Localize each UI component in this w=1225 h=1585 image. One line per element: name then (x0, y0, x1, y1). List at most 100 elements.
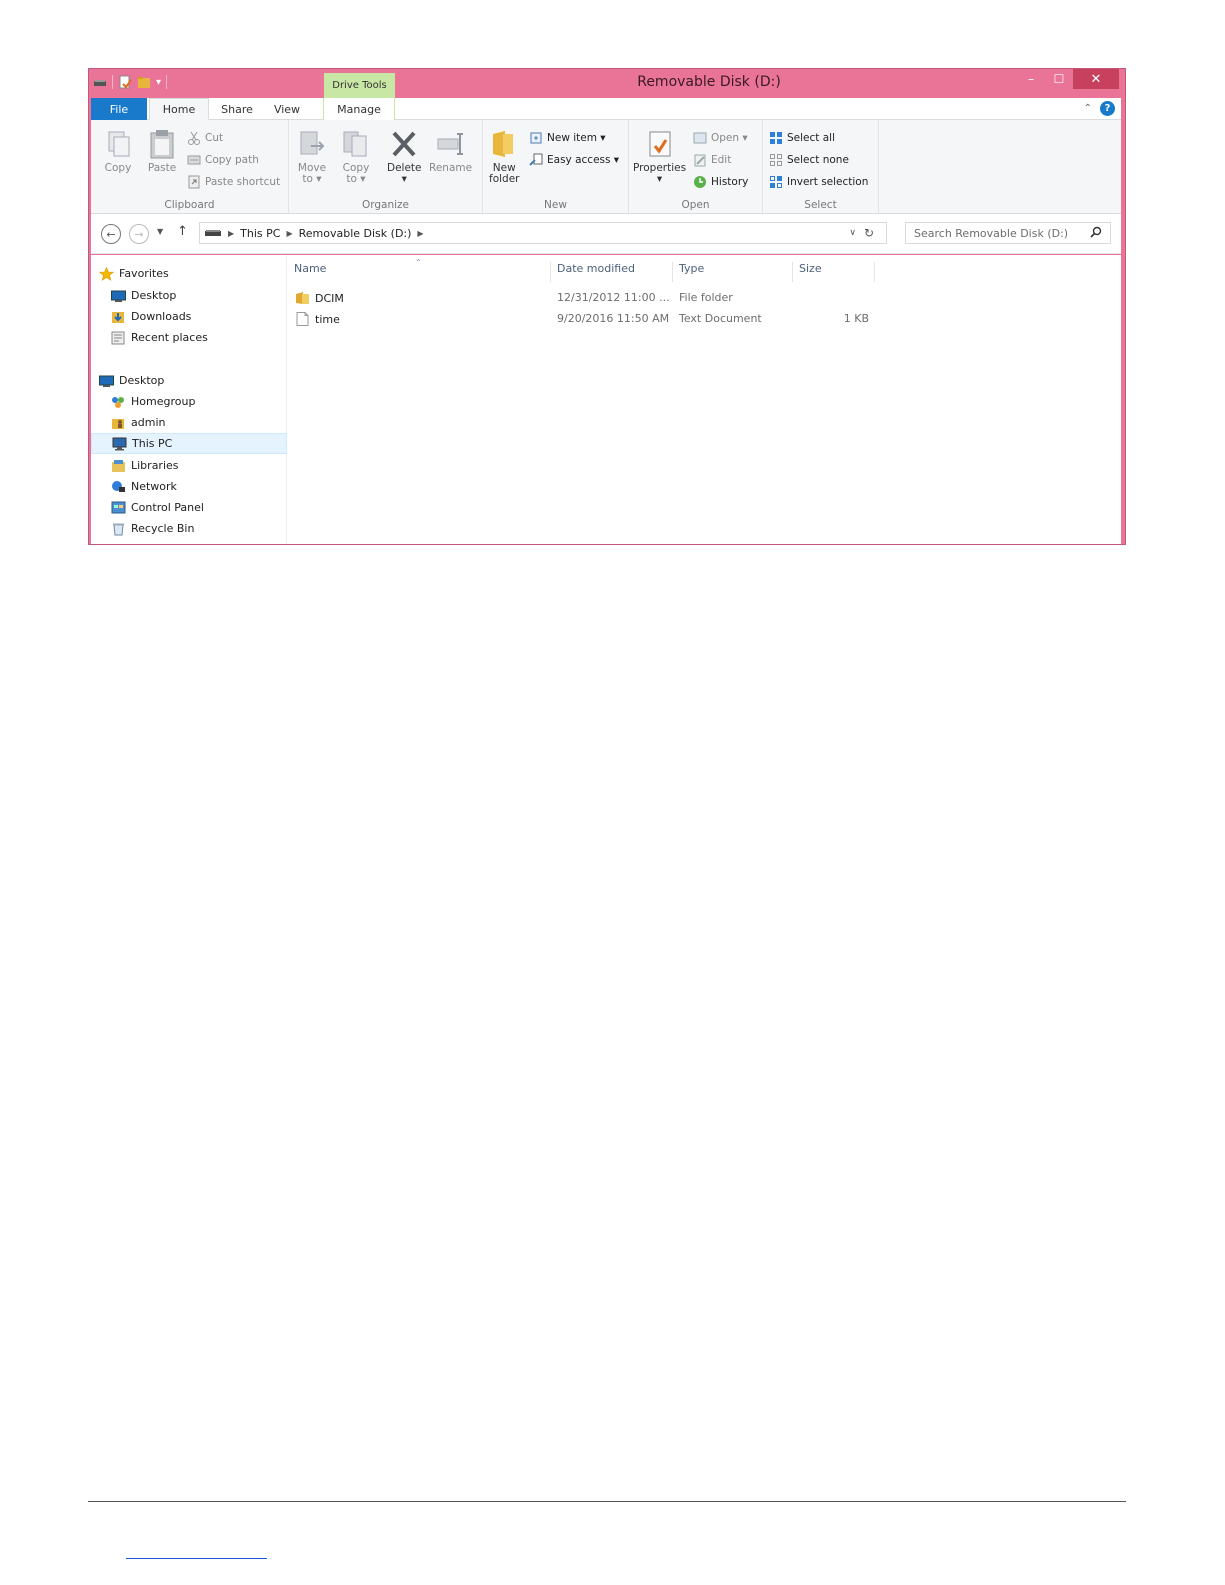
column-header-size[interactable]: Size (793, 262, 875, 282)
explorer-window: ▾ Drive Tools Removable Disk (D:) – ☐ ✕ … (88, 68, 1126, 545)
scissors-icon (187, 131, 201, 145)
search-input[interactable]: Search Removable Disk (D:) (905, 222, 1111, 244)
copy-to-button[interactable]: Copy to ▾ (341, 128, 371, 185)
back-arrow-icon[interactable]: ← (101, 224, 121, 244)
drive-icon[interactable] (93, 75, 107, 89)
select-all-icon (769, 131, 783, 145)
maximize-icon[interactable]: ☐ (1045, 69, 1073, 89)
tab-share[interactable]: Share (211, 98, 263, 120)
nav-item-downloads[interactable]: Downloads (111, 306, 191, 327)
organize-group-label: Organize (361, 199, 410, 211)
nav-item-desktop[interactable]: Desktop (111, 285, 176, 306)
nav-item-this-pc[interactable]: This PC (91, 433, 287, 454)
drive-tools-context-label: Drive Tools (324, 73, 395, 98)
open-group-label: Open (681, 199, 710, 211)
rename-button[interactable]: Rename (429, 128, 472, 174)
easy-access-button[interactable]: Easy access ▾ (529, 153, 619, 167)
file-name: DCIM (315, 291, 344, 305)
copy-path-button[interactable]: Copy path (187, 153, 259, 167)
edit-icon (693, 153, 707, 167)
open-button[interactable]: Open ▾ (693, 131, 748, 145)
ribbon: Copy Paste Cut Copy path Paste shortcut … (91, 120, 1121, 214)
window-controls: – ☐ ✕ (1017, 69, 1119, 89)
tab-home[interactable]: Home (149, 98, 209, 120)
breadcrumb-this-pc[interactable]: This PC (240, 227, 280, 240)
computer-icon (112, 437, 127, 451)
properties-button[interactable]: Properties ▾ (633, 128, 686, 185)
copy-button[interactable]: Copy (103, 128, 133, 174)
column-header-name[interactable]: ⌃ Name (288, 258, 551, 282)
column-header-date-modified[interactable]: Date modified (551, 262, 673, 282)
paste-shortcut-button[interactable]: Paste shortcut (187, 175, 280, 189)
forward-arrow-icon[interactable]: → (129, 224, 149, 244)
minimize-icon[interactable]: – (1017, 69, 1045, 89)
file-date: 9/20/2016 11:50 AM (557, 312, 670, 325)
breadcrumb-removable-disk[interactable]: Removable Disk (D:) (299, 227, 412, 240)
open-group: Properties ▾ Open ▾ Edit History Open (629, 120, 763, 214)
delete-caret[interactable]: ▾ (402, 174, 407, 185)
delete-button[interactable]: Delete ▾ (387, 128, 422, 185)
user-folder-icon (111, 416, 126, 430)
tab-view[interactable]: View (265, 98, 309, 120)
edit-button[interactable]: Edit (693, 153, 731, 167)
nav-item-label: Downloads (131, 310, 192, 323)
search-icon[interactable] (1090, 226, 1102, 241)
invert-selection-label: Invert selection (787, 176, 869, 188)
nav-item-libraries[interactable]: Libraries (111, 455, 179, 476)
control-panel-icon (111, 501, 126, 515)
nav-item-label: Favorites (119, 267, 169, 280)
refresh-icon[interactable]: ↻ (864, 226, 874, 240)
star-icon (98, 266, 115, 281)
nav-item-admin[interactable]: admin (111, 412, 165, 433)
customize-toolbar-icon[interactable]: ▾ (156, 77, 161, 88)
search-placeholder: Search Removable Disk (D:) (914, 226, 1069, 240)
new-folder-button[interactable]: New folder (489, 128, 519, 185)
properties-caret[interactable]: ▾ (657, 174, 662, 185)
help-icon[interactable]: ? (1100, 101, 1115, 116)
column-header-type[interactable]: Type (673, 262, 793, 282)
nav-item-homegroup[interactable]: Homegroup (111, 391, 195, 412)
breadcrumb-separator-icon[interactable]: ▶ (417, 229, 423, 238)
close-icon[interactable]: ✕ (1073, 69, 1119, 89)
paste-button[interactable]: Paste (147, 128, 177, 174)
new-item-button[interactable]: New item ▾ (529, 131, 606, 145)
libraries-icon (111, 459, 126, 473)
select-none-button[interactable]: Select none (769, 153, 849, 167)
new-folder-icon[interactable] (137, 75, 151, 89)
history-button[interactable]: History (693, 175, 748, 189)
breadcrumb-separator-icon[interactable]: ▶ (286, 229, 292, 238)
tab-manage[interactable]: Manage (323, 98, 395, 120)
address-history-chevron-icon[interactable]: ∨ (849, 228, 856, 238)
drive-icon (204, 226, 222, 241)
new-folder-label-2: folder (489, 173, 520, 185)
select-all-button[interactable]: Select all (769, 131, 835, 145)
recent-locations-chevron-icon[interactable]: ▼ (157, 227, 163, 236)
window-title: Removable Disk (D:) (637, 74, 781, 90)
properties-icon[interactable] (118, 75, 132, 89)
nav-item-recycle-bin[interactable]: Recycle Bin (111, 518, 194, 539)
nav-item-recent-places[interactable]: Recent places (111, 327, 208, 348)
cut-button[interactable]: Cut (187, 131, 223, 145)
copy-path-label: Copy path (205, 154, 259, 166)
cut-label: Cut (205, 132, 224, 144)
table-row[interactable]: time 9/20/2016 11:50 AM Text Document 1 … (287, 309, 1121, 330)
nav-item-desktop-root[interactable]: Desktop (99, 370, 164, 391)
move-to-button[interactable]: Move to ▾ (297, 128, 327, 185)
table-row[interactable]: DCIM 12/31/2012 11:00 ... File folder (287, 288, 1121, 309)
nav-item-label: Desktop (119, 374, 165, 387)
nav-item-network[interactable]: Network (111, 476, 177, 497)
invert-selection-button[interactable]: Invert selection (769, 175, 868, 189)
address-field[interactable]: ▶ This PC ▶ Removable Disk (D:) ▶ ∨ ↻ (199, 222, 887, 244)
new-item-icon (529, 131, 543, 145)
copy-to-icon (343, 131, 367, 157)
nav-item-control-panel[interactable]: Control Panel (111, 497, 204, 518)
tab-file[interactable]: File (91, 98, 147, 120)
up-arrow-icon[interactable]: ↑ (177, 224, 188, 239)
nav-item-label: Network (131, 480, 177, 493)
breadcrumb-separator-icon[interactable]: ▶ (228, 229, 234, 238)
file-name-cell[interactable]: DCIM (295, 291, 344, 305)
file-type: File folder (679, 291, 733, 304)
minimize-ribbon-icon[interactable]: ⌃ (1084, 103, 1092, 114)
file-name-cell[interactable]: time (295, 312, 340, 326)
nav-item-favorites[interactable]: Favorites (98, 263, 169, 284)
